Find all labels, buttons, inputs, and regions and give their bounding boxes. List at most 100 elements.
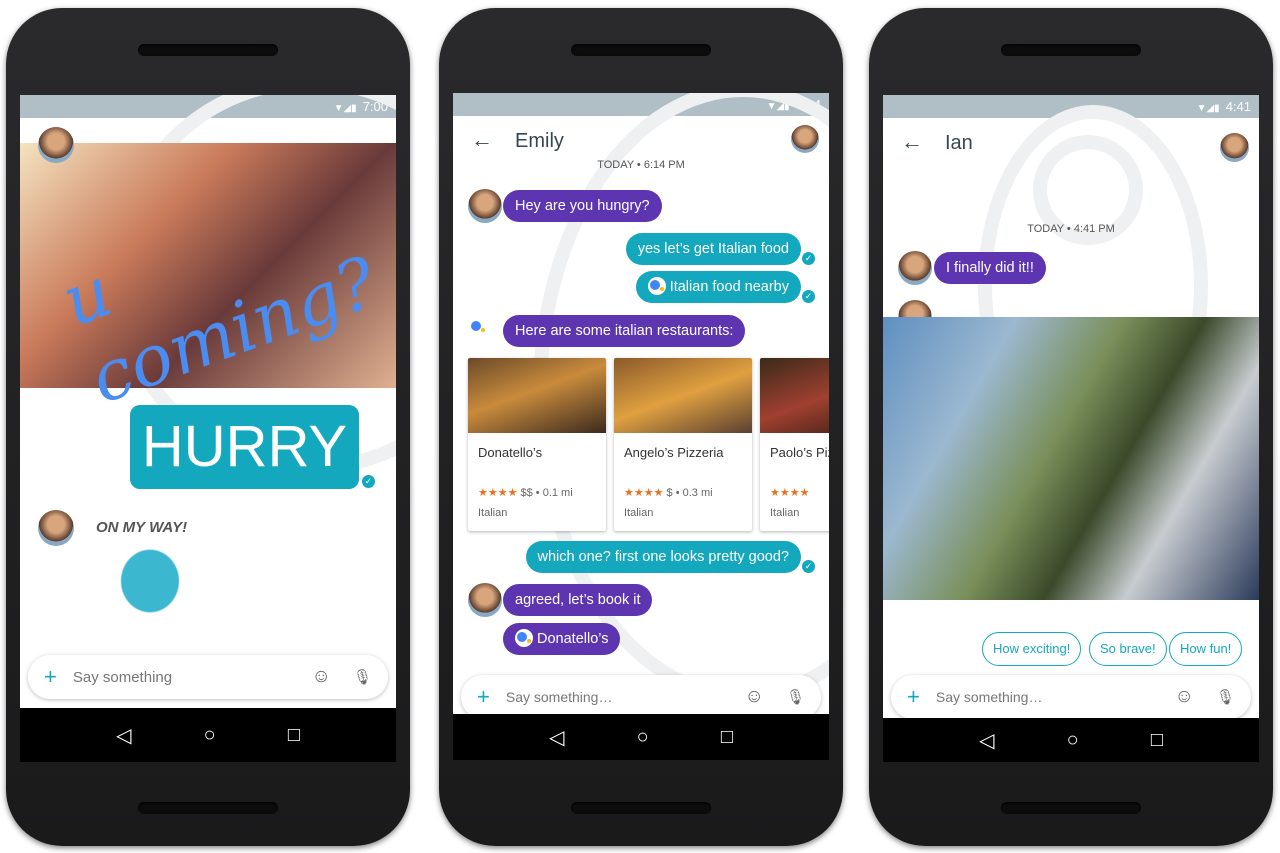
nav-back-icon[interactable]: ◁ [979, 728, 994, 753]
back-icon[interactable]: ← [471, 127, 493, 152]
plus-icon[interactable]: + [907, 684, 920, 710]
sticker-image [100, 545, 200, 635]
avatar [468, 583, 502, 617]
nav-recent-icon[interactable]: □ [1151, 729, 1163, 752]
message-text: Italian food nearby [669, 279, 789, 295]
price-distance: $ • 0.3 mi [666, 487, 713, 499]
speaker [571, 802, 711, 814]
message-incoming: Hey are you hungry? [503, 190, 662, 222]
phone-2: ▼◢▮ 6:14 ← Emily TODAY • 6:14 PM Hey are y… [439, 8, 843, 846]
input-placeholder: Say something… [935, 689, 1043, 705]
read-check-icon: ✓ [802, 290, 815, 303]
restaurant-card[interactable]: Angelo’s Pizzeria ★★★★ $ • 0.3 mi Italian [614, 358, 752, 531]
hurry-message: HURRY [130, 405, 359, 489]
restaurant-name: Paolo’s Pizza [770, 445, 829, 460]
read-check-icon: ✓ [802, 252, 815, 265]
avatar[interactable] [38, 510, 74, 546]
star-rating: ★★★★ [624, 487, 664, 499]
contact-name: Emily [515, 130, 564, 152]
message-incoming: agreed, let’s book it [503, 584, 653, 616]
restaurant-rating: ★★★★ $ • 0.3 mi [614, 460, 752, 499]
restaurant-name: Donatello’s [478, 445, 543, 460]
restaurant-photo [468, 358, 606, 433]
avatar [468, 189, 502, 223]
restaurant-photo [614, 358, 752, 433]
message-text: Donatello’s [537, 631, 609, 647]
chat-header: ← Emily [471, 127, 564, 153]
input-placeholder: Say something… [505, 689, 613, 705]
assistant-action: Donatello’s [503, 623, 621, 655]
read-check-icon: ✓ [802, 560, 815, 573]
status-icons: ▼◢▮ [1196, 103, 1220, 114]
speaker [138, 44, 278, 56]
nav-bar: ◁ ○ □ [883, 718, 1259, 762]
nav-home-icon[interactable]: ○ [637, 726, 649, 749]
nav-back-icon[interactable]: ◁ [549, 725, 564, 750]
nav-recent-icon[interactable]: □ [721, 726, 733, 749]
emoji-icon[interactable]: ☺ [745, 686, 764, 708]
mic-icon[interactable]: 🎙 [786, 688, 805, 706]
contact-name: Ian [945, 132, 973, 154]
message-incoming: I finally did it!! [934, 252, 1046, 284]
phone-1: ▼◢▮ 7:00 u coming? HURRY ✓ ON MY WAY! + S… [6, 8, 410, 846]
restaurant-rating: ★★★★ [760, 460, 829, 499]
timestamp: TODAY • 4:41 PM [1027, 223, 1115, 235]
speaker [138, 802, 278, 814]
mic-icon[interactable]: 🎙 [353, 668, 372, 686]
sticker-text: ON MY WAY! [96, 519, 188, 536]
back-icon[interactable]: ← [901, 129, 923, 154]
speaker [1001, 802, 1141, 814]
nav-bar: ◁ ○ □ [20, 708, 396, 762]
plus-icon[interactable]: + [477, 684, 490, 710]
nav-bar: ◁ ○ □ [453, 714, 829, 760]
plus-icon[interactable]: + [44, 664, 57, 690]
skydiving-photo [883, 317, 1259, 600]
nav-recent-icon[interactable]: □ [288, 724, 300, 747]
screen: ▼◢▮ 7:00 u coming? HURRY ✓ ON MY WAY! + S… [20, 95, 396, 762]
cuisine: Italian [478, 507, 508, 519]
contact-avatar[interactable] [791, 125, 819, 153]
cuisine: Italian [624, 507, 654, 519]
assistant-icon [647, 277, 666, 295]
smart-reply-chip[interactable]: So brave! [1089, 632, 1167, 666]
mic-icon[interactable]: 🎙 [1216, 688, 1235, 706]
assistant-icon [515, 629, 533, 647]
nav-back-icon[interactable]: ◁ [116, 723, 131, 748]
phone-3: ▼◢▮ 4:41 ← Ian TODAY • 4:41 PM I finally d… [869, 8, 1273, 846]
input-placeholder: Say something [72, 668, 173, 686]
message-input[interactable]: + Say something… ☺ 🎙 [461, 675, 821, 719]
restaurant-card[interactable]: Donatello’s ★★★★ $$ • 0.1 mi Italian [468, 358, 606, 531]
speaker [571, 44, 711, 56]
assistant-query: Italian food nearby [635, 271, 801, 303]
message-input[interactable]: + Say something… ☺ 🎙 [891, 675, 1251, 719]
screen: ▼◢▮ 4:41 ← Ian TODAY • 4:41 PM I finally d… [883, 95, 1259, 762]
price-distance: $$ • 0.1 mi [520, 487, 573, 499]
message-outgoing: which one? first one looks pretty good? [525, 541, 801, 573]
avatar [898, 251, 932, 285]
emoji-icon[interactable]: ☺ [312, 666, 331, 688]
assistant-message: Here are some italian restaurants: [503, 315, 746, 347]
star-rating: ★★★★ [770, 487, 810, 499]
speaker [1001, 44, 1141, 56]
nav-home-icon[interactable]: ○ [1067, 729, 1079, 752]
screen: ▼◢▮ 6:14 ← Emily TODAY • 6:14 PM Hey are y… [453, 93, 829, 760]
timestamp: TODAY • 6:14 PM [597, 159, 685, 171]
smart-reply-chip[interactable]: How fun! [1169, 632, 1243, 666]
assistant-avatar-icon [469, 318, 499, 348]
nav-home-icon[interactable]: ○ [204, 724, 216, 747]
status-time: 4:41 [1225, 99, 1251, 114]
emoji-icon[interactable]: ☺ [1175, 686, 1194, 708]
restaurant-photo [760, 358, 829, 433]
cuisine: Italian [770, 507, 800, 519]
restaurant-rating: ★★★★ $$ • 0.1 mi [468, 460, 606, 499]
smart-reply-chip[interactable]: How exciting! [982, 632, 1082, 666]
contact-avatar[interactable] [1220, 133, 1249, 162]
star-rating: ★★★★ [478, 487, 518, 499]
message-input[interactable]: + Say something ☺ 🎙 [28, 655, 388, 699]
read-check-icon: ✓ [362, 475, 375, 488]
chat-header: ← Ian [901, 129, 973, 155]
restaurant-card[interactable]: Paolo’s Pizza ★★★★ Italian [760, 358, 829, 531]
restaurant-name: Angelo’s Pizzeria [624, 445, 724, 460]
message-outgoing: yes let’s get Italian food [625, 233, 801, 265]
avatar[interactable] [38, 127, 74, 163]
